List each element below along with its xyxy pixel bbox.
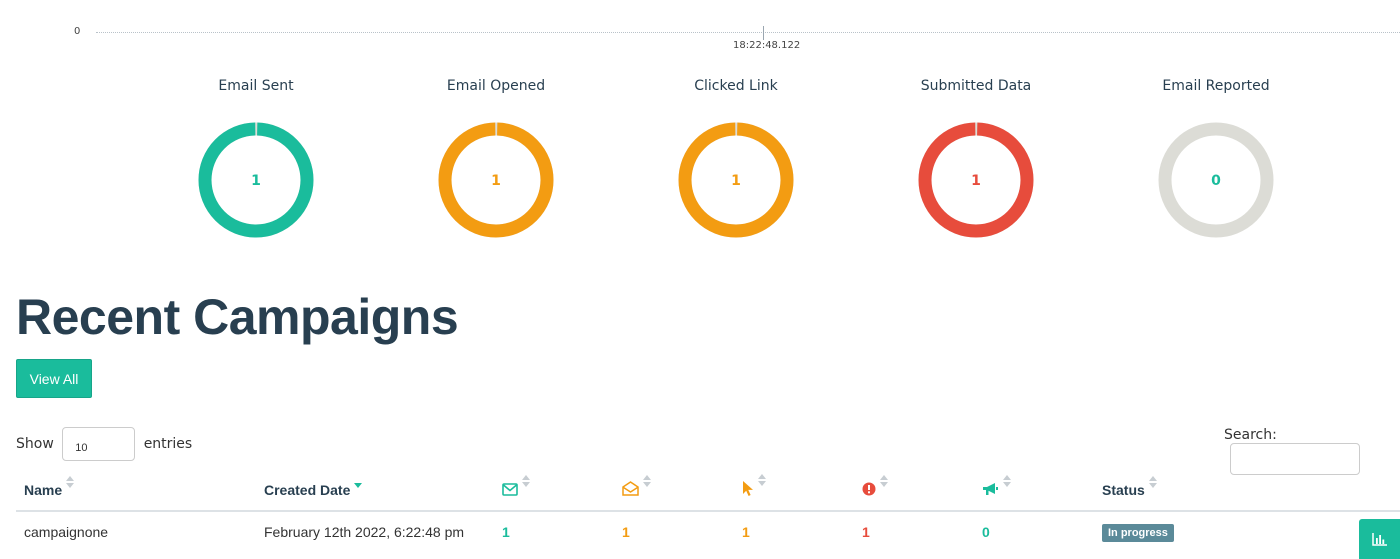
envelope-open-icon [622, 481, 639, 499]
donut-chart[interactable]: 1 [676, 120, 796, 240]
column-header-reported[interactable] [974, 470, 1094, 512]
entries-label: entries [143, 436, 193, 452]
table-header-row: Name Created Date Status [16, 470, 1400, 512]
search-label: Search: [1224, 427, 1277, 443]
stat-title: Email Opened [446, 78, 546, 94]
timeline-x-tick: 18:22:48.122 [733, 40, 801, 51]
sort-icon [522, 475, 532, 488]
donut-chart[interactable]: 1 [196, 120, 316, 240]
donut-value: 0 [1211, 173, 1221, 189]
cell-reported: 0 [982, 524, 990, 540]
cell-opened: 1 [622, 524, 630, 540]
column-label: Name [24, 482, 63, 498]
cell-sent: 1 [502, 524, 510, 540]
page-title: Recent Campaigns [16, 289, 459, 345]
cell-status: In progress [1094, 511, 1400, 552]
column-label: Status [1102, 482, 1145, 498]
sort-icon [1003, 475, 1013, 488]
exclamation-circle-icon [862, 482, 876, 499]
sort-icon [880, 475, 890, 488]
entries-length-control: Show 10 entries [16, 427, 192, 461]
column-label: Created Date [264, 482, 351, 498]
cell-clicked: 1 [742, 524, 750, 540]
envelope-icon [502, 482, 518, 499]
donut-value: 1 [491, 173, 501, 189]
donut-value: 1 [731, 173, 741, 189]
sort-desc-icon [354, 476, 364, 488]
cell-name: campaignone [24, 524, 109, 540]
status-badge: In progress [1102, 523, 1174, 542]
bar-chart-icon [1359, 532, 1400, 546]
stat-email-opened: Email Opened 1 [376, 76, 616, 240]
stat-submitted-data: Submitted Data 1 [856, 76, 1096, 240]
column-header-sent[interactable] [494, 470, 614, 512]
cell-submitted: 1 [862, 524, 870, 540]
campaigns-table: Name Created Date Status campaignone Feb… [16, 470, 1400, 552]
donut-value: 1 [971, 173, 981, 189]
mouse-pointer-icon [742, 480, 754, 500]
donut-chart[interactable]: 1 [436, 120, 556, 240]
column-header-submitted[interactable] [854, 470, 974, 512]
column-header-status[interactable]: Status [1094, 470, 1400, 512]
timeline-baseline [96, 32, 1400, 33]
column-header-created-date[interactable]: Created Date [256, 470, 494, 512]
timeline-y-tick: 0 [74, 26, 81, 37]
column-header-clicked[interactable] [734, 470, 854, 512]
timeline-event-marker[interactable] [763, 26, 764, 40]
entries-select[interactable]: 10 [62, 427, 136, 461]
stat-title: Email Reported [1162, 78, 1270, 94]
column-header-name[interactable]: Name [16, 470, 256, 512]
donut-chart[interactable]: 1 [916, 120, 1036, 240]
donut-chart[interactable]: 0 [1156, 120, 1276, 240]
stat-title: Submitted Data [920, 78, 1032, 94]
stat-email-reported: Email Reported 0 [1096, 76, 1336, 240]
column-header-opened[interactable] [614, 470, 734, 512]
sort-icon [643, 474, 653, 487]
sort-icon [758, 474, 768, 486]
stat-email-sent: Email Sent 1 [136, 76, 376, 240]
timeline-chart: % 0 18:22:48.122 [0, 0, 1400, 60]
cell-created-date: February 12th 2022, 6:22:48 pm [264, 524, 465, 540]
table-search: Search: [1224, 427, 1400, 475]
view-results-button[interactable] [1359, 519, 1400, 559]
sort-icon [66, 476, 76, 488]
sort-icon [1148, 476, 1159, 488]
stat-title: Email Sent [218, 78, 294, 94]
campaign-stats: Email Sent 1 Email Opened 1 Clicked Link… [136, 76, 1336, 242]
table-row[interactable]: campaignone February 12th 2022, 6:22:48 … [16, 511, 1400, 552]
donut-value: 1 [251, 173, 261, 189]
stat-title: Clicked Link [694, 78, 778, 94]
show-label: Show [16, 436, 54, 452]
stat-clicked-link: Clicked Link 1 [616, 76, 856, 240]
bullhorn-icon [982, 482, 999, 499]
view-all-button[interactable]: View All [16, 359, 92, 398]
